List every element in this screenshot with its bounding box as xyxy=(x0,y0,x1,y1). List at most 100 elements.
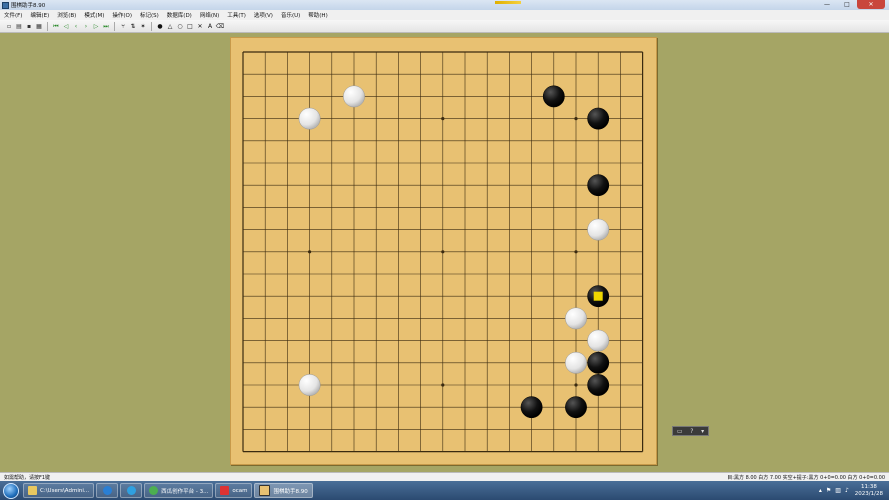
white-stone[interactable] xyxy=(298,107,321,130)
new-icon[interactable]: ▫ xyxy=(6,23,13,30)
floating-widget[interactable]: ▭ ? ▾ xyxy=(672,426,709,436)
maximize-button[interactable]: □ xyxy=(837,0,857,9)
widget-keyboard-icon[interactable]: ▭ xyxy=(677,428,683,435)
black-stone[interactable] xyxy=(542,85,565,108)
black-stone[interactable] xyxy=(565,396,587,419)
menu-options[interactable]: 选项(V) xyxy=(250,11,277,19)
white-stone[interactable] xyxy=(565,351,587,374)
title-bar: 围棋助手8.90 — □ ✕ xyxy=(0,0,889,10)
label-icon[interactable]: A xyxy=(207,23,214,30)
windows-logo-icon xyxy=(3,482,19,499)
status-help-text: 如需帮助，请按F1键 xyxy=(4,474,51,481)
white-stone[interactable] xyxy=(565,307,587,330)
task-label: 围棋助手8.90 xyxy=(273,488,308,495)
widget-menu-icon[interactable]: ▾ xyxy=(701,428,704,435)
go-last-icon[interactable]: ⏭ xyxy=(103,23,110,30)
status-score-text: 目:黑方 8.00 白方 7.00 实空+提子:黑方 0+0=0.00 白方 0… xyxy=(727,474,885,481)
stone-black-icon[interactable]: ● xyxy=(157,23,164,30)
menu-file[interactable]: 文件(F) xyxy=(0,11,26,19)
star-point xyxy=(441,117,445,121)
go-board[interactable] xyxy=(230,37,657,465)
tray-arrow-icon[interactable]: ▴ xyxy=(819,487,822,494)
menu-mark[interactable]: 标记(S) xyxy=(136,11,163,19)
mark-icon[interactable]: ✶ xyxy=(140,23,147,30)
menu-help[interactable]: 帮助(H) xyxy=(304,11,331,19)
clock-date: 2023/1/28 xyxy=(854,490,883,497)
clock-time: 11:38 xyxy=(860,483,877,490)
black-stone[interactable] xyxy=(587,374,610,396)
step-back-fast-icon[interactable]: ◁ xyxy=(63,23,70,30)
menu-edit[interactable]: 编辑(E) xyxy=(26,11,53,19)
black-stone[interactable] xyxy=(587,174,610,197)
menu-bar: 文件(F) 编辑(E) 浏览(B) 模式(M) 操作(O) 标记(S) 数据库(… xyxy=(0,10,889,20)
tray-volume-icon[interactable]: ♪ xyxy=(845,487,849,494)
star-point xyxy=(574,250,578,254)
go-app-icon xyxy=(259,485,271,496)
save-icon[interactable]: ▪ xyxy=(26,23,33,30)
eraser-icon[interactable]: ⌫ xyxy=(216,23,224,30)
status-bar: 如需帮助，请按F1键 目:黑方 8.00 白方 7.00 实空+提子:黑方 0+… xyxy=(0,472,889,481)
circle-icon[interactable]: ○ xyxy=(177,23,184,30)
ocam-icon xyxy=(220,486,230,495)
open-icon[interactable]: ▤ xyxy=(16,23,23,30)
tray-flag-icon[interactable]: ⚑ xyxy=(826,487,831,494)
task-ocam[interactable]: ocam xyxy=(215,483,253,498)
close-button[interactable]: ✕ xyxy=(857,0,885,9)
print-icon[interactable]: ▦ xyxy=(36,23,43,30)
toolbar-separator xyxy=(151,21,152,31)
menu-network[interactable]: 网络(N) xyxy=(196,11,223,19)
minimize-button[interactable]: — xyxy=(817,0,837,9)
task-chrome[interactable]: 西瓜创作平台 - 3... xyxy=(144,483,214,498)
menu-browse[interactable]: 浏览(B) xyxy=(53,11,80,19)
widget-help-icon[interactable]: ? xyxy=(690,428,693,435)
task-label: C:\Users\Admini... xyxy=(40,487,90,494)
star-point xyxy=(441,250,445,254)
menu-operate[interactable]: 操作(O) xyxy=(108,11,136,19)
step-forward-fast-icon[interactable]: ▷ xyxy=(93,23,100,30)
task-ie[interactable] xyxy=(96,483,119,498)
star-point xyxy=(441,383,445,387)
star-point xyxy=(574,383,578,387)
black-stone[interactable] xyxy=(587,351,610,374)
clock[interactable]: 11:38 2023/1/28 xyxy=(855,484,883,498)
star-point xyxy=(574,117,578,121)
branch-icon[interactable]: ⇅ xyxy=(130,23,137,30)
black-stone[interactable] xyxy=(587,107,610,130)
menu-mode[interactable]: 模式(M) xyxy=(80,11,108,19)
last-move-marker xyxy=(593,291,603,301)
square-icon[interactable]: □ xyxy=(187,23,194,30)
toolbar: ▫ ▤ ▪ ▦ ⏮ ◁ ‹ › ▷ ⏭ ⑂ ⇅ ✶ ● △ ○ □ ✕ A ⌫ xyxy=(0,20,889,33)
task-label: ocam xyxy=(232,487,248,494)
white-stone[interactable] xyxy=(343,85,365,108)
system-tray: ▴ ⚑ ▥ ♪ 11:38 2023/1/28 xyxy=(817,481,889,500)
ie-icon xyxy=(102,486,112,495)
app-icon xyxy=(2,1,9,9)
menu-music[interactable]: 音乐(U) xyxy=(277,11,304,19)
go-first-icon[interactable]: ⏮ xyxy=(53,23,60,30)
folder-icon xyxy=(28,486,37,495)
white-stone[interactable] xyxy=(587,329,610,352)
browser-icon xyxy=(126,486,136,495)
menu-database[interactable]: 数据库(D) xyxy=(163,11,196,19)
task-browser[interactable] xyxy=(120,483,143,498)
start-button[interactable] xyxy=(0,481,22,500)
step-forward-icon[interactable]: › xyxy=(83,23,90,30)
step-back-icon[interactable]: ‹ xyxy=(73,23,80,30)
toolbar-separator xyxy=(114,21,115,31)
cross-icon[interactable]: ✕ xyxy=(197,23,204,30)
white-stone[interactable] xyxy=(587,218,610,241)
menu-tools[interactable]: 工具(T) xyxy=(223,11,250,19)
chrome-icon xyxy=(149,486,159,495)
volume-meter xyxy=(495,1,521,4)
white-stone[interactable] xyxy=(298,374,321,396)
black-stone[interactable] xyxy=(520,396,543,419)
task-go-app[interactable]: 围棋助手8.90 xyxy=(254,483,313,498)
variation-icon[interactable]: ⑂ xyxy=(120,23,127,30)
tray-network-icon[interactable]: ▥ xyxy=(835,487,841,494)
task-explorer[interactable]: C:\Users\Admini... xyxy=(23,483,95,498)
toolbar-separator xyxy=(47,21,48,31)
go-board-svg[interactable] xyxy=(230,37,657,465)
task-label: 西瓜创作平台 - 3... xyxy=(161,488,209,495)
star-point xyxy=(308,250,312,254)
triangle-icon[interactable]: △ xyxy=(167,23,174,30)
